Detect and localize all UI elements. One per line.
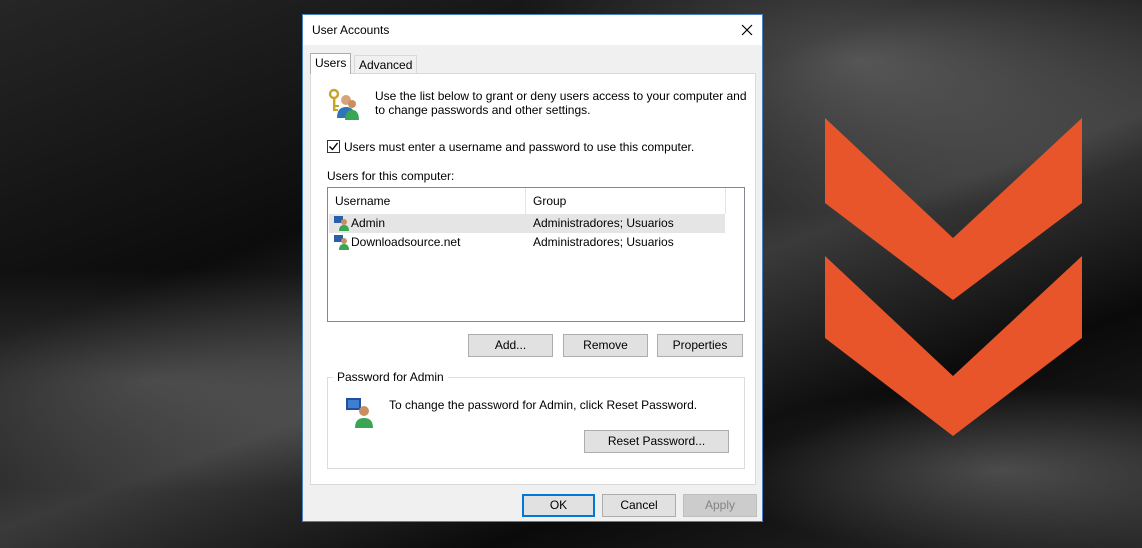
user-row-downloadsource[interactable]: Downloadsource.net Administradores; Usua… [329, 233, 725, 252]
properties-button[interactable]: Properties [657, 334, 743, 357]
remove-user-button[interactable]: Remove [563, 334, 648, 357]
group-cell: Administradores; Usuarios [533, 235, 674, 249]
cancel-button[interactable]: Cancel [602, 494, 676, 517]
checkmark-icon [329, 142, 338, 151]
user-accounts-dialog: User Accounts Users Advanced Use the lis… [302, 14, 763, 522]
password-reset-instructions: To change the password for Admin, click … [389, 398, 698, 412]
users-keys-icon [328, 88, 359, 120]
window-title: User Accounts [312, 23, 390, 37]
users-list-label: Users for this computer: [327, 169, 455, 183]
user-row-admin[interactable]: Admin Administradores; Usuarios [329, 214, 725, 233]
column-header-username[interactable]: Username [328, 188, 526, 214]
username-cell: Admin [351, 216, 386, 230]
tab-advanced[interactable]: Advanced [354, 55, 418, 74]
close-icon [741, 24, 753, 36]
tab-users[interactable]: Users [310, 53, 352, 74]
password-group-legend: Password for Admin [333, 370, 448, 384]
user-icon [334, 216, 349, 231]
user-icon [334, 235, 349, 250]
add-user-button[interactable]: Add... [468, 334, 553, 357]
ok-button[interactable]: OK [522, 494, 595, 517]
apply-button[interactable]: Apply [683, 494, 757, 517]
group-cell: Administradores; Usuarios [533, 216, 674, 230]
password-groupbox [327, 377, 745, 469]
users-listview[interactable]: Username Group Admin Administradores; Us… [327, 187, 745, 322]
column-header-group[interactable]: Group [526, 188, 726, 214]
close-button[interactable] [732, 15, 762, 45]
user-password-icon [346, 398, 373, 428]
users-tab-panel: Use the list below to grant or deny user… [310, 73, 756, 485]
require-login-label[interactable]: Users must enter a username and password… [344, 140, 694, 154]
title-bar[interactable]: User Accounts [303, 15, 762, 45]
wallpaper-chevron-arrows [825, 118, 1082, 436]
username-cell: Downloadsource.net [351, 235, 461, 249]
intro-text: Use the list below to grant or deny user… [375, 89, 747, 117]
reset-password-button[interactable]: Reset Password... [584, 430, 729, 453]
require-login-checkbox[interactable] [327, 140, 340, 153]
